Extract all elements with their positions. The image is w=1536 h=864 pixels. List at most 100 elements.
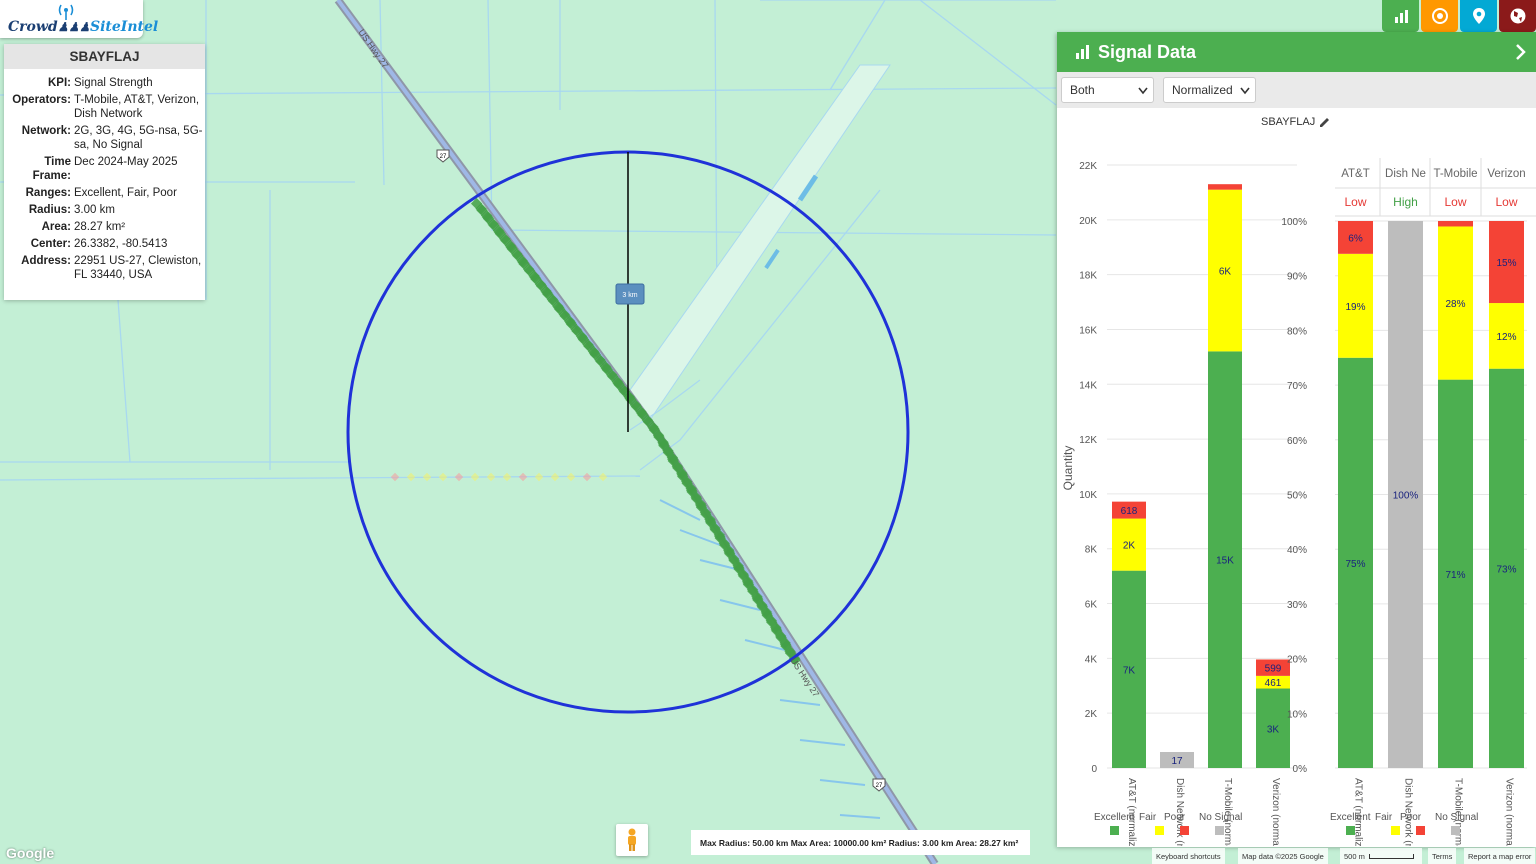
info-value: Signal Strength — [74, 77, 153, 89]
y-tick-label: 40% — [1287, 545, 1307, 556]
filter-select-value: Both — [1070, 83, 1095, 97]
logo-text-a: Crowd — [8, 19, 58, 35]
bar-segment[interactable] — [1208, 184, 1242, 190]
data-label: 28% — [1445, 299, 1465, 310]
y-tick-label: 30% — [1287, 600, 1307, 611]
legend-swatch[interactable] — [1180, 826, 1189, 835]
data-label: 6K — [1219, 267, 1232, 278]
level-indicator: High — [1393, 195, 1418, 209]
y-tick-label: 70% — [1287, 381, 1307, 392]
y-tick-label: 100% — [1281, 217, 1307, 228]
map-data-attribution: Map data ©2025 Google — [1238, 848, 1328, 864]
pencil-icon[interactable] — [1319, 117, 1330, 128]
bar-segment[interactable] — [1438, 221, 1473, 227]
info-row: Center: 26.3382, -80.5413 — [4, 237, 205, 251]
y-tick-label: 0 — [1091, 764, 1097, 775]
keyboard-shortcuts-link[interactable]: Keyboard shortcuts — [1152, 848, 1225, 864]
legend-label: No Signal — [1199, 812, 1242, 823]
legend-label: Excellent — [1330, 812, 1371, 823]
data-label: 75% — [1345, 559, 1365, 570]
data-label: 7K — [1123, 665, 1136, 676]
globe-button[interactable] — [1499, 0, 1536, 32]
chevron-right-icon[interactable] — [1514, 42, 1528, 62]
logo-text-b: SiteIntel — [89, 19, 159, 35]
data-label: 12% — [1496, 332, 1516, 343]
info-value: 22951 US-27, Clewiston, FL 33440, USA — [74, 255, 202, 281]
report-map-error-link[interactable]: Report a map error — [1464, 848, 1536, 864]
terms-link[interactable]: Terms — [1428, 848, 1457, 864]
mode-select[interactable]: Normalized — [1163, 77, 1256, 103]
info-value: 2G, 3G, 4G, 5G-nsa, 5G-sa, No Signal — [74, 125, 203, 151]
operator-header: Verizon — [1487, 168, 1525, 180]
controls-bar: Both Normalized — [1057, 72, 1536, 108]
legend-swatch[interactable] — [1451, 826, 1460, 835]
globe-icon — [1510, 8, 1525, 24]
legend-swatch[interactable] — [1215, 826, 1224, 835]
signal-data-panel: Signal Data Both Normalized 0 2K 4K 6K 8K 10K… — [1057, 32, 1536, 847]
radius-label-text: 3 km — [622, 292, 637, 299]
info-key: Area: — [41, 221, 71, 233]
level-indicator: Low — [1444, 195, 1466, 209]
pegman-icon — [628, 828, 636, 851]
operator-header: T-Mobile — [1433, 168, 1477, 180]
target-button[interactable] — [1421, 0, 1458, 32]
info-value: Excellent, Fair, Poor — [74, 187, 177, 199]
info-value: 28.27 km² — [74, 221, 126, 233]
info-value: 26.3382, -80.5413 — [74, 238, 168, 250]
data-label: 15% — [1496, 258, 1516, 269]
x-tick-label: Verizon (normalized) — [1270, 778, 1281, 846]
legend-label: Poor — [1164, 812, 1186, 823]
y-tick-label: 20% — [1287, 655, 1307, 666]
info-value: Dec 2024-May 2025 — [74, 156, 178, 168]
data-label: 17 — [1171, 756, 1183, 767]
chart-button[interactable] — [1382, 0, 1419, 32]
location-pin-icon — [1472, 8, 1485, 24]
y-tick-label: 20K — [1079, 216, 1097, 227]
info-row: Radius: 3.00 km — [4, 203, 205, 217]
legend-swatch[interactable] — [1346, 826, 1355, 835]
chart-icon — [1394, 10, 1408, 23]
data-label: 71% — [1445, 570, 1465, 581]
data-label: 599 — [1265, 664, 1282, 675]
chevron-down-icon — [1138, 87, 1148, 95]
status-text: Max Radius: 50.00 km Max Area: 10000.00 … — [700, 837, 1019, 848]
data-label: 100% — [1393, 491, 1419, 502]
info-key: Time Frame: — [32, 156, 71, 182]
scale-bar[interactable]: 500 m — [1340, 848, 1422, 864]
target-icon — [1431, 8, 1448, 24]
info-row: Network: 2G, 3G, 4G, 5G-nsa, 5G-sa, No Si… — [4, 124, 205, 152]
info-row: Address: 22951 US-27, Clewiston, FL 33440… — [4, 254, 205, 282]
svg-text:27: 27 — [876, 783, 883, 789]
data-label: 618 — [1121, 506, 1138, 517]
y-tick-label: 0% — [1293, 764, 1308, 775]
legend-label: Fair — [1139, 812, 1157, 823]
street-view-button[interactable] — [616, 824, 648, 856]
legend-swatch[interactable] — [1110, 826, 1119, 835]
data-label: 15K — [1216, 556, 1234, 567]
google-logo: Google — [6, 845, 55, 861]
filter-select[interactable]: Both — [1061, 77, 1154, 103]
data-label: 19% — [1345, 302, 1365, 313]
data-label: 2K — [1123, 541, 1136, 552]
info-row: Time Frame: Dec 2024-May 2025 — [4, 155, 205, 183]
location-button[interactable] — [1460, 0, 1497, 32]
legend-swatch[interactable] — [1155, 826, 1164, 835]
info-row: Operators: T-Mobile, AT&T, Verizon, Dish … — [4, 93, 205, 121]
panel-header: Signal Data — [1057, 32, 1536, 72]
svg-text:27: 27 — [440, 154, 447, 160]
info-value: 3.00 km — [74, 204, 115, 216]
level-indicator: Low — [1495, 195, 1517, 209]
chart-title: SBAYFLAJ — [1261, 116, 1330, 128]
info-key: Operators: — [12, 94, 71, 106]
info-row: KPI: Signal Strength — [4, 76, 205, 90]
top-toolbar — [1380, 0, 1536, 32]
info-key: Network: — [21, 125, 71, 137]
bar-chart-icon — [1076, 45, 1089, 59]
scale-label: 500 m — [1344, 851, 1365, 861]
legend-swatch[interactable] — [1416, 826, 1425, 835]
mode-select-value: Normalized — [1172, 83, 1233, 97]
legend-swatch[interactable] — [1391, 826, 1400, 835]
y-tick-label: 10% — [1287, 709, 1307, 720]
info-key: Ranges: — [25, 187, 71, 199]
level-indicator: Low — [1344, 195, 1366, 209]
